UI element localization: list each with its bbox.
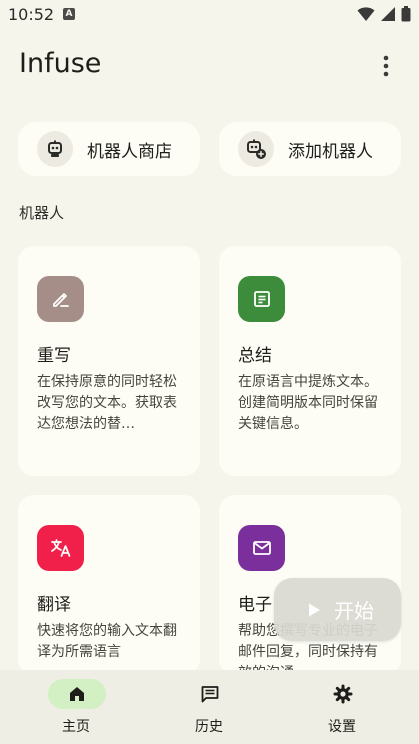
section-title: 机器人 bbox=[19, 204, 65, 222]
status-bar: 10:52 A bbox=[0, 0, 419, 30]
notification-icon: A bbox=[63, 8, 75, 20]
more-vert-icon bbox=[383, 55, 389, 77]
status-icons bbox=[357, 6, 411, 22]
nav-label-settings: 设置 bbox=[328, 719, 356, 735]
edit-icon bbox=[37, 276, 84, 322]
robot-add-icon bbox=[238, 131, 274, 167]
start-fab-button[interactable]: 开始 bbox=[274, 578, 401, 641]
nav-pill bbox=[181, 679, 239, 709]
nav-pill bbox=[314, 679, 372, 709]
email-icon bbox=[238, 525, 285, 571]
bot-card-rewrite[interactable]: 重写 在保持原意的同时轻松改写您的文本。获取表达您想法的替… bbox=[18, 246, 200, 476]
bot-card-description: 在保持原意的同时轻松改写您的文本。获取表达您想法的替… bbox=[37, 374, 177, 432]
signal-icon bbox=[380, 7, 395, 21]
nav-label-history: 历史 bbox=[195, 719, 223, 735]
app-title: Infuse bbox=[19, 48, 102, 79]
bottom-navigation: 主页 历史 设置 bbox=[0, 670, 419, 744]
summary-icon bbox=[238, 276, 285, 322]
more-options-button[interactable] bbox=[371, 52, 401, 80]
robot-icon bbox=[37, 131, 73, 167]
add-bot-button[interactable]: 添加机器人 bbox=[219, 122, 401, 176]
play-icon bbox=[309, 603, 320, 616]
bot-card-title: 总结 bbox=[238, 346, 272, 366]
bot-card-title: 电子 bbox=[238, 595, 272, 615]
nav-active-indicator bbox=[48, 679, 106, 709]
nav-item-settings[interactable]: 设置 bbox=[272, 670, 412, 744]
nav-item-home[interactable]: 主页 bbox=[6, 670, 146, 744]
bot-card-description: 在原语言中提炼文本。创建简明版本同时保留关键信息。 bbox=[238, 374, 378, 432]
translate-icon bbox=[37, 525, 84, 571]
settings-icon bbox=[333, 684, 353, 704]
bot-card-title: 翻译 bbox=[37, 595, 71, 615]
add-bot-label: 添加机器人 bbox=[288, 141, 373, 162]
history-icon bbox=[201, 686, 219, 703]
bot-card-translate[interactable]: 翻译 快速将您的输入文本翻译为所需语言 bbox=[18, 495, 200, 675]
battery-icon bbox=[401, 6, 411, 22]
bot-card-summarize[interactable]: 总结 在原语言中提炼文本。创建简明版本同时保留关键信息。 bbox=[219, 246, 401, 476]
start-fab-label: 开始 bbox=[334, 599, 374, 623]
bot-card-title: 重写 bbox=[37, 346, 71, 366]
nav-item-history[interactable]: 历史 bbox=[139, 670, 279, 744]
bot-card-description: 快速将您的输入文本翻译为所需语言 bbox=[37, 623, 177, 660]
status-time: 10:52 bbox=[8, 5, 55, 24]
bot-store-button[interactable]: 机器人商店 bbox=[18, 122, 200, 176]
bot-store-label: 机器人商店 bbox=[87, 141, 172, 162]
wifi-icon bbox=[357, 7, 375, 21]
home-icon bbox=[70, 687, 84, 701]
nav-label-home: 主页 bbox=[62, 719, 90, 735]
